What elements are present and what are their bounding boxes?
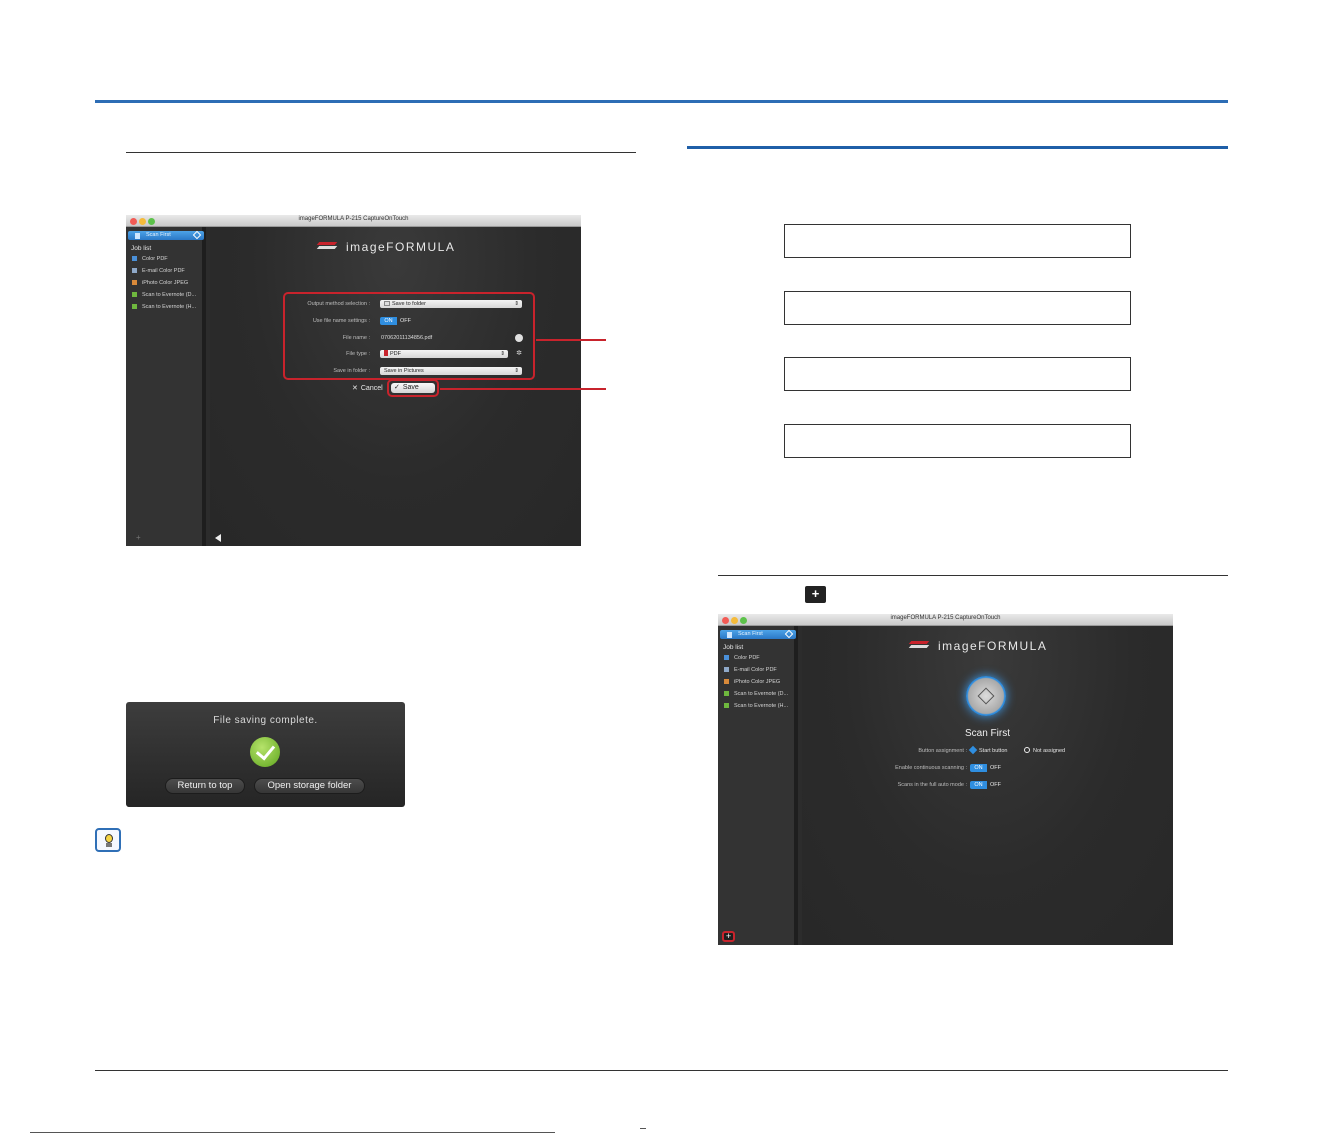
callout-line-save [440, 388, 606, 390]
footer-rule [95, 1070, 1228, 1071]
imageformula-logo-icon [318, 242, 338, 250]
save-complete-dialog: File saving complete. Return to top Open… [126, 702, 405, 807]
dialog-message: File saving complete. [213, 715, 318, 726]
window-titlebar: imageFORMULA P-215 CaptureOnTouch [718, 614, 1173, 626]
diamond-icon [968, 745, 978, 755]
scanner-icon [135, 233, 140, 239]
header-rule [95, 100, 1228, 103]
sidebar-item-color-pdf[interactable]: Color PDF [132, 256, 168, 265]
add-job-icon[interactable]: + [136, 533, 141, 542]
job-sidebar: Scan First Job list Color PDF E-mail Col… [718, 626, 798, 945]
evernote-icon [132, 304, 137, 309]
folder-icon [724, 655, 729, 660]
evernote-icon [724, 703, 729, 708]
footnote-rule [30, 1132, 555, 1133]
section-heading-rule [687, 146, 1228, 149]
app-logo: imageFORMULA [938, 639, 1048, 653]
evernote-icon [724, 691, 729, 696]
sidebar-item-scan-first[interactable]: Scan First [720, 629, 796, 639]
full-auto-mode-toggle[interactable]: ON OFF [970, 781, 1006, 789]
start-button-icon [784, 629, 794, 639]
empty-box-2 [784, 291, 1131, 325]
start-button-option[interactable]: Start button [968, 745, 1007, 755]
empty-box-3 [784, 357, 1131, 391]
right-app-window: imageFORMULA P-215 CaptureOnTouch Scan F… [718, 614, 1173, 945]
cancel-button[interactable]: ✕ Cancel [352, 384, 383, 392]
sidebar-item-iphoto-color-jpeg[interactable]: iPhoto Color JPEG [724, 679, 780, 688]
sidebar-item-scan-first[interactable]: Scan First [128, 230, 204, 240]
evernote-icon [132, 292, 137, 297]
empty-box-4 [784, 424, 1131, 458]
no-entry-icon [1024, 747, 1030, 753]
window-title: imageFORMULA P-215 CaptureOnTouch [890, 615, 1001, 621]
folder-icon [132, 256, 137, 261]
add-job-plus-icon: + [805, 586, 826, 603]
continuous-scanning-toggle[interactable]: ON OFF [970, 764, 1006, 772]
job-title: Scan First [964, 728, 1010, 739]
sidebar-item-evernote-h[interactable]: Scan to Evernote (H... [132, 304, 196, 313]
sidebar-item-evernote-d[interactable]: Scan to Evernote (D... [132, 292, 196, 301]
sidebar-item-evernote-d[interactable]: Scan to Evernote (D... [724, 691, 788, 700]
sidebar-item-evernote-h[interactable]: Scan to Evernote (H... [724, 703, 788, 712]
job-list-heading: Job list [131, 245, 152, 252]
sidebar-item-iphoto-color-jpeg[interactable]: iPhoto Color JPEG [132, 280, 188, 289]
mail-icon [132, 268, 137, 273]
left-app-window: imageFORMULA P-215 CaptureOnTouch Scan F… [126, 215, 581, 546]
full-auto-mode-label: Scans in the full auto mode : [897, 782, 967, 788]
window-titlebar: imageFORMULA P-215 CaptureOnTouch [126, 215, 581, 227]
back-arrow-icon[interactable] [215, 534, 221, 542]
hint-lightbulb-icon [95, 828, 121, 852]
callout-line-form [536, 339, 606, 341]
job-list-heading: Job list [723, 644, 744, 651]
scan-start-button[interactable] [966, 676, 1006, 716]
footnote-mark [640, 1128, 646, 1131]
main-panel: imageFORMULA Output method selection : S… [210, 227, 581, 546]
save-highlight-outline [387, 379, 439, 397]
step-rule-left [126, 152, 636, 153]
not-assigned-option[interactable]: Not assigned [1024, 747, 1065, 754]
success-check-icon [250, 737, 280, 767]
return-to-top-button[interactable]: Return to top [165, 778, 245, 794]
open-storage-folder-button[interactable]: Open storage folder [254, 778, 365, 794]
empty-box-1 [784, 224, 1131, 258]
sidebar-item-email-color-pdf[interactable]: E-mail Color PDF [132, 268, 185, 277]
step-rule-right [718, 575, 1228, 576]
main-panel: imageFORMULA Scan First Button assignmen… [802, 626, 1173, 945]
add-job-button[interactable]: + [722, 931, 735, 942]
app-logo: imageFORMULA [346, 240, 456, 254]
job-sidebar: Scan First Job list Color PDF E-mail Col… [126, 227, 206, 546]
scanner-icon [727, 632, 732, 638]
sidebar-item-color-pdf[interactable]: Color PDF [724, 655, 760, 664]
photo-icon [724, 679, 729, 684]
window-title: imageFORMULA P-215 CaptureOnTouch [298, 216, 409, 222]
photo-icon [132, 280, 137, 285]
imageformula-logo-icon [910, 641, 930, 649]
mail-icon [724, 667, 729, 672]
form-highlight-outline [283, 292, 535, 380]
button-assignment-label: Button assignment : [918, 748, 967, 754]
sidebar-item-email-color-pdf[interactable]: E-mail Color PDF [724, 667, 777, 676]
close-icon: ✕ [352, 385, 358, 392]
start-button-icon [192, 230, 202, 240]
continuous-scanning-label: Enable continuous scanning : [895, 765, 967, 771]
